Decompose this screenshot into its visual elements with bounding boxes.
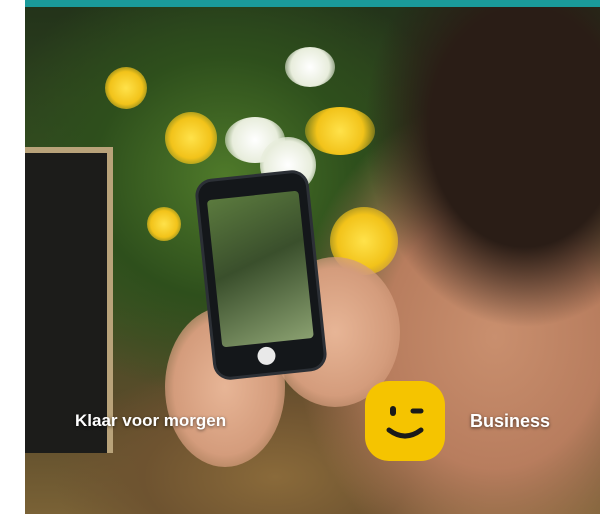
chalkboard-sign [25,147,113,453]
smartphone [197,171,325,379]
hero-photo [25,7,600,514]
yellow-flower [105,67,147,109]
brand-name: Business [470,411,551,431]
top-accent-bar [25,0,600,7]
yellow-flower [147,207,181,241]
white-flower [285,47,335,87]
camera-shutter-icon [256,345,277,366]
winking-face-logo-icon [362,378,448,464]
phone-screen [206,190,314,348]
tagline-text: Klaar voor morgen [75,411,227,430]
yellow-flower [305,107,375,155]
yellow-flower [165,112,217,164]
